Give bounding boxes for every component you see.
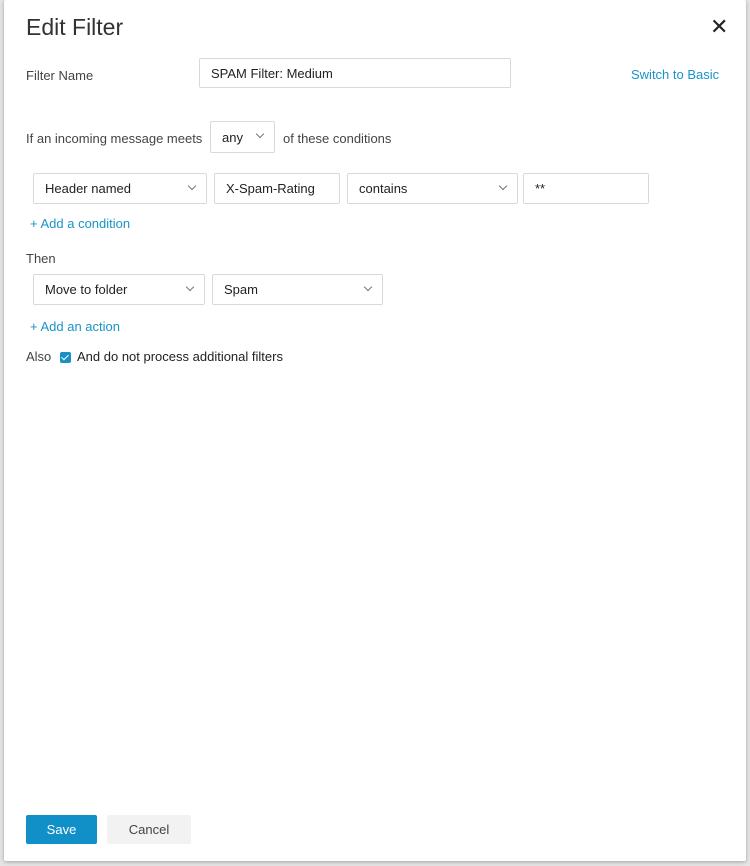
condition-header-input[interactable]: X-Spam-Rating	[214, 173, 340, 204]
conditions-suffix: of these conditions	[283, 131, 392, 146]
stop-processing-checkbox[interactable]	[60, 352, 71, 363]
condition-field-select[interactable]: Header named	[33, 173, 207, 204]
cancel-button[interactable]: Cancel	[107, 815, 191, 844]
folder-select[interactable]: Spam	[212, 274, 383, 305]
save-button[interactable]: Save	[26, 815, 97, 844]
then-label: Then	[26, 251, 56, 266]
filter-name-label: Filter Name	[26, 68, 94, 83]
action-select[interactable]: Move to folder	[33, 274, 205, 305]
switch-to-basic-link[interactable]: Switch to Basic	[631, 67, 719, 82]
add-action-link[interactable]: + Add an action	[30, 319, 120, 334]
condition-value-input[interactable]: **	[523, 173, 649, 204]
dialog-title: Edit Filter	[26, 14, 124, 40]
condition-operator-select[interactable]: contains	[347, 173, 518, 204]
stop-processing-label[interactable]: And do not process additional filters	[77, 349, 283, 364]
also-label: Also	[26, 349, 52, 364]
close-icon[interactable]: ✕	[710, 16, 728, 38]
filter-name-input[interactable]: SPAM Filter: Medium	[199, 58, 511, 88]
match-select[interactable]: any	[210, 121, 275, 153]
add-condition-link[interactable]: + Add a condition	[30, 216, 130, 231]
conditions-prefix: If an incoming message meets	[26, 131, 203, 146]
edit-filter-dialog: Edit Filter ✕ Filter Name SPAM Filter: M…	[4, 0, 746, 861]
